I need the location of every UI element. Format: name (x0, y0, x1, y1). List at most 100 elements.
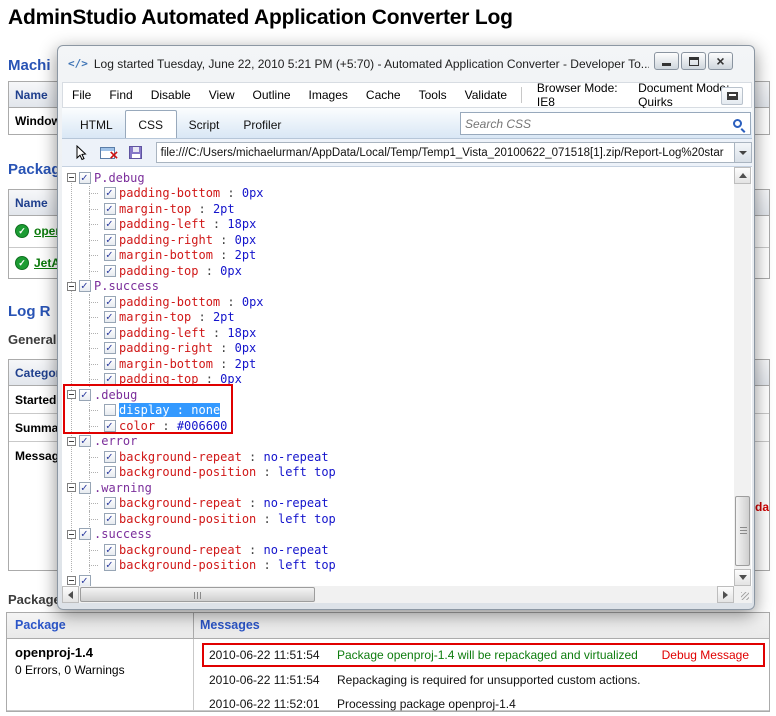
tab-css[interactable]: CSS (125, 110, 177, 138)
scroll-left-button[interactable] (62, 586, 79, 603)
property-checkbox[interactable] (104, 218, 116, 230)
menu-images[interactable]: Images (300, 88, 357, 102)
tree-prop-margin-bottom[interactable]: margin-bottom : 2pt (62, 356, 734, 372)
resize-grip[interactable] (734, 586, 752, 603)
property-checkbox[interactable] (104, 513, 116, 525)
property-checkbox[interactable] (104, 234, 116, 246)
tree-prop-background-repeat[interactable]: background-repeat : no-repeat (62, 496, 734, 512)
tree-prop-padding-top[interactable]: padding-top : 0px (62, 263, 734, 279)
tree-prop-padding-bottom[interactable]: padding-bottom : 0px (62, 294, 734, 310)
tree-group-P.debug[interactable]: P.debug (62, 170, 734, 186)
property-checkbox[interactable] (104, 451, 116, 463)
browser-mode-menu[interactable]: Browser Mode: IE8 (527, 81, 628, 109)
save-button[interactable] (126, 143, 146, 163)
property-checkbox[interactable] (104, 497, 116, 509)
tree-prop-padding-left[interactable]: padding-left : 18px (62, 217, 734, 233)
property-checkbox[interactable] (104, 544, 116, 556)
rule-checkbox[interactable] (79, 528, 91, 540)
property-checkbox[interactable] (104, 311, 116, 323)
tree-group-.success[interactable]: .success (62, 527, 734, 543)
menu-validate[interactable]: Validate (456, 88, 516, 102)
menu-disable[interactable]: Disable (142, 88, 200, 102)
property-checkbox[interactable] (104, 327, 116, 339)
menu-file[interactable]: File (63, 88, 100, 102)
property-checkbox[interactable] (104, 373, 116, 385)
property-checkbox[interactable] (104, 187, 116, 199)
tree-prop-background-repeat[interactable]: background-repeat : no-repeat (62, 449, 734, 465)
collapse-icon[interactable] (67, 483, 76, 492)
package-name: openproj-1.4 (15, 645, 193, 660)
minimize-button[interactable] (654, 52, 679, 70)
tree-prop-background-position[interactable]: background-position : left top (62, 511, 734, 527)
devtools-window[interactable]: </> Log started Tuesday, June 22, 2010 5… (57, 45, 755, 610)
collapse-icon[interactable] (67, 437, 76, 446)
search-icon[interactable] (733, 119, 742, 128)
property-checkbox[interactable] (104, 358, 116, 370)
maximize-button[interactable] (681, 52, 706, 70)
scroll-right-button[interactable] (717, 586, 734, 603)
message-text: Package openproj-1.4 will be repackaged … (337, 648, 638, 662)
vertical-scrollbar[interactable] (734, 167, 751, 586)
tree-prop-display[interactable]: display : none (62, 403, 734, 419)
menu-cache[interactable]: Cache (357, 88, 410, 102)
collapse-icon[interactable] (67, 282, 76, 291)
search-box[interactable] (460, 112, 751, 135)
tree-prop-color[interactable]: color : #006600 (62, 418, 734, 434)
tree-prop-background-repeat[interactable]: background-repeat : no-repeat (62, 542, 734, 558)
tree-group-.error[interactable]: .error (62, 434, 734, 450)
property-checkbox[interactable] (104, 420, 116, 432)
tree-prop-padding-bottom[interactable]: padding-bottom : 0px (62, 186, 734, 202)
tree-group-.debug[interactable]: .debug (62, 387, 734, 403)
tree-group-partial[interactable] (62, 573, 734, 586)
tree-prop-padding-left[interactable]: padding-left : 18px (62, 325, 734, 341)
file-address-dropdown[interactable]: file:///C:/Users/michaelurman/AppData/Lo… (156, 142, 752, 163)
tab-html[interactable]: HTML (68, 112, 125, 138)
tree-prop-padding-right[interactable]: padding-right : 0px (62, 341, 734, 357)
tree-prop-background-position[interactable]: background-position : left top (62, 558, 734, 574)
tree-prop-margin-top[interactable]: margin-top : 2pt (62, 310, 734, 326)
search-input[interactable] (461, 117, 733, 131)
dropdown-button[interactable] (734, 143, 751, 162)
menu-find[interactable]: Find (100, 88, 141, 102)
horizontal-scroll-thumb[interactable] (80, 587, 315, 602)
tree-prop-padding-top[interactable]: padding-top : 0px (62, 372, 734, 388)
tree-group-.warning[interactable]: .warning (62, 480, 734, 496)
rule-checkbox[interactable] (79, 482, 91, 494)
rule-checkbox[interactable] (79, 389, 91, 401)
rule-checkbox[interactable] (79, 172, 91, 184)
property-checkbox[interactable] (104, 342, 116, 354)
property-checkbox[interactable] (104, 203, 116, 215)
collapse-icon[interactable] (67, 576, 76, 585)
tree-prop-margin-top[interactable]: margin-top : 2pt (62, 201, 734, 217)
collapse-icon[interactable] (67, 530, 76, 539)
property-checkbox[interactable] (104, 265, 116, 277)
menu-outline[interactable]: Outline (244, 88, 300, 102)
property-checkbox[interactable] (104, 249, 116, 261)
tree-prop-padding-right[interactable]: padding-right : 0px (62, 232, 734, 248)
horizontal-scrollbar[interactable] (62, 586, 734, 603)
rule-checkbox[interactable] (79, 575, 91, 586)
tab-profiler[interactable]: Profiler (231, 112, 293, 138)
collapse-icon[interactable] (67, 173, 76, 182)
clear-browser-cache-button[interactable] (98, 143, 118, 163)
scroll-up-button[interactable] (734, 167, 751, 184)
rule-checkbox[interactable] (79, 280, 91, 292)
vertical-scroll-thumb[interactable] (735, 496, 750, 566)
menu-view[interactable]: View (200, 88, 244, 102)
tree-prop-background-position[interactable]: background-position : left top (62, 465, 734, 481)
property-checkbox[interactable] (104, 559, 116, 571)
select-element-button[interactable] (70, 143, 90, 163)
scroll-down-button[interactable] (734, 569, 751, 586)
window-titlebar[interactable]: </> Log started Tuesday, June 22, 2010 5… (58, 46, 754, 81)
tree-group-P.success[interactable]: P.success (62, 279, 734, 295)
tree-prop-margin-bottom[interactable]: margin-bottom : 2pt (62, 248, 734, 264)
property-checkbox[interactable] (104, 404, 116, 416)
menu-tools[interactable]: Tools (410, 88, 456, 102)
tab-script[interactable]: Script (177, 112, 232, 138)
property-checkbox[interactable] (104, 466, 116, 478)
collapse-icon[interactable] (67, 390, 76, 399)
rule-checkbox[interactable] (79, 435, 91, 447)
pin-button[interactable] (721, 87, 743, 105)
close-button[interactable]: × (708, 52, 733, 70)
property-checkbox[interactable] (104, 296, 116, 308)
